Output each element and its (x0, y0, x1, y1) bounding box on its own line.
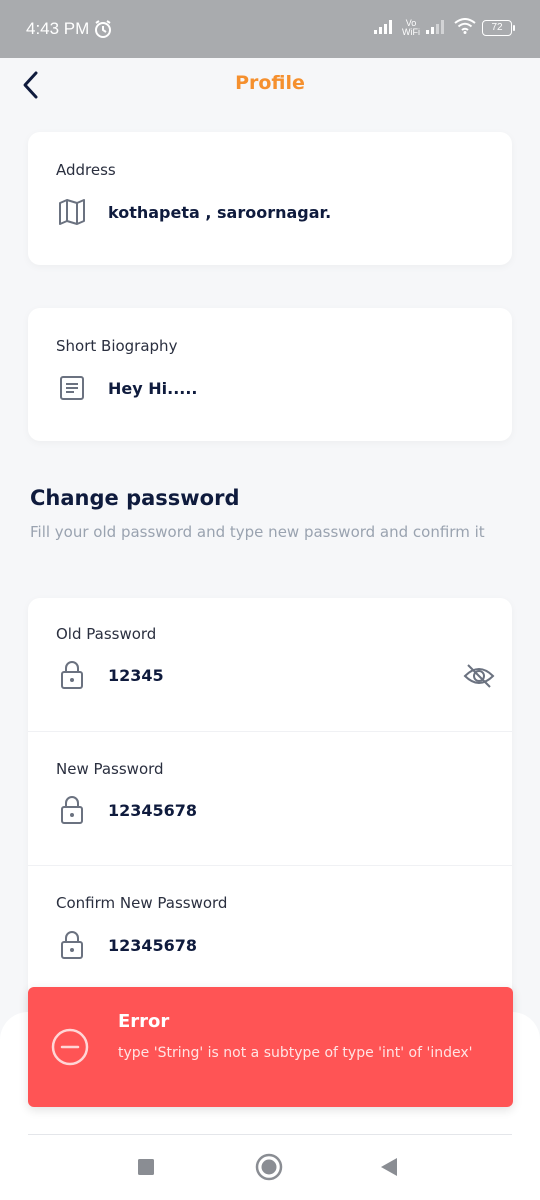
toast-message: type 'String' is not a subtype of type '… (118, 1045, 473, 1061)
address-card[interactable]: Address kothapeta , saroornagar. (28, 132, 512, 265)
field-divider (28, 865, 512, 866)
status-icons: Vo WiFi 72 (374, 18, 515, 38)
toast-title: Error (118, 1011, 170, 1032)
signal-icon-2 (426, 19, 448, 38)
vowifi-bottom: WiFi (402, 27, 420, 37)
triangle-back-icon (381, 1158, 397, 1176)
confirm-password-value[interactable]: 12345678 (108, 936, 197, 955)
old-password-value[interactable]: 12345 (108, 666, 164, 685)
lock-icon (56, 794, 88, 826)
new-password-label: New Password (56, 760, 164, 778)
page-title: Profile (235, 72, 305, 94)
signal-icon (374, 19, 396, 38)
app-header: Profile (0, 58, 540, 110)
minus-circle-icon (50, 1027, 90, 1067)
biography-label: Short Biography (56, 337, 178, 355)
confirm-password-field[interactable]: 12345678 (56, 929, 197, 961)
old-password-label: Old Password (56, 625, 157, 643)
biography-row: Hey Hi..... (56, 372, 198, 404)
eye-off-icon (463, 664, 495, 688)
address-value: kothapeta , saroornagar. (108, 202, 332, 222)
lock-icon (56, 659, 88, 691)
status-bar: 4:43 PM Vo WiFi 72 (0, 0, 540, 58)
home-button[interactable] (254, 1152, 284, 1182)
new-password-value[interactable]: 12345678 (108, 801, 197, 820)
recent-apps-button[interactable] (131, 1152, 161, 1182)
address-label: Address (56, 161, 116, 179)
new-password-field[interactable]: 12345678 (56, 794, 197, 826)
toggle-visibility-button[interactable] (462, 661, 496, 691)
lock-icon (56, 929, 88, 961)
wifi-icon (454, 18, 476, 38)
status-time: 4:43 PM (26, 19, 90, 38)
change-password-description: Fill your old password and type new pass… (30, 523, 485, 541)
map-icon (56, 196, 88, 228)
battery-icon: 72 (482, 20, 515, 36)
square-recent-icon (138, 1159, 154, 1175)
change-password-title: Change password (30, 486, 240, 510)
biography-card[interactable]: Short Biography Hey Hi..... (28, 308, 512, 441)
error-toast[interactable]: Error type 'String' is not a subtype of … (28, 987, 513, 1107)
field-divider (28, 731, 512, 732)
alarm-icon (93, 19, 113, 43)
document-icon (56, 372, 88, 404)
confirm-password-label: Confirm New Password (56, 894, 228, 912)
address-row: kothapeta , saroornagar. (56, 196, 331, 228)
old-password-field[interactable]: 12345 (56, 659, 164, 691)
biography-value: Hey Hi..... (108, 378, 198, 398)
vowifi-label: Vo WiFi (402, 19, 420, 37)
circle-home-icon (255, 1153, 283, 1181)
back-nav-button[interactable] (374, 1152, 404, 1182)
nav-divider (28, 1134, 512, 1135)
